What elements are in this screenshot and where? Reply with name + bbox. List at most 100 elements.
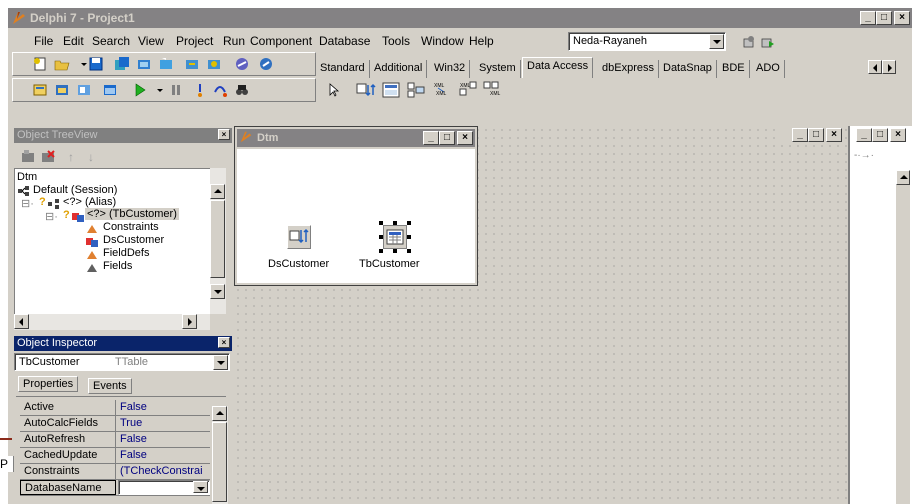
new-form-icon[interactable] — [102, 82, 118, 98]
menu-search[interactable]: Search — [92, 34, 130, 48]
view-unit-list-icon[interactable] — [32, 82, 48, 98]
property-row-active[interactable]: Active False — [20, 400, 210, 416]
property-row-autorefresh[interactable]: AutoRefresh False — [20, 432, 210, 448]
palette-tab-win32[interactable]: Win32 — [430, 60, 471, 78]
selection-handle[interactable] — [379, 235, 383, 239]
selection-handle[interactable] — [379, 221, 383, 225]
minimize-button[interactable]: _ — [792, 128, 808, 142]
debug-desktop-icon[interactable] — [760, 34, 776, 50]
add-to-project-icon[interactable] — [158, 56, 174, 72]
remove-from-project-icon[interactable] — [184, 56, 200, 72]
menu-help[interactable]: Help — [469, 34, 494, 48]
toggle-form-unit-icon[interactable] — [76, 82, 92, 98]
palette-tab-data-access[interactable]: Data Access — [522, 57, 594, 78]
tree-node-fielddefs[interactable]: FieldDefs — [103, 247, 149, 259]
close-icon[interactable]: × — [218, 337, 230, 348]
chevron-down-icon[interactable] — [709, 34, 724, 49]
menu-edit[interactable]: Edit — [63, 34, 84, 48]
maximize-button[interactable]: □ — [876, 11, 892, 25]
tree-expander[interactable]: ⊟· — [21, 197, 34, 210]
tree-node-tbcustomer[interactable]: <?> (TbCustomer) — [85, 208, 179, 220]
save-all-icon[interactable] — [114, 56, 130, 72]
property-row-constraints[interactable]: Constraints (TCheckConstrai — [20, 464, 210, 480]
datasource-component-icon[interactable] — [356, 82, 378, 98]
new-items-icon[interactable] — [32, 56, 48, 72]
close-button[interactable]: × — [457, 131, 473, 145]
save-desktop-icon[interactable] — [741, 34, 757, 50]
inspector-vertical-scrollbar[interactable] — [212, 406, 228, 504]
menu-window[interactable]: Window — [421, 34, 464, 48]
tree-node-fields[interactable]: Fields — [103, 260, 132, 272]
tab-properties[interactable]: Properties — [18, 376, 79, 392]
menu-tools[interactable]: Tools — [382, 34, 410, 48]
tree-node-alias[interactable]: <?> (Alias) — [63, 196, 116, 208]
object-selector-combo[interactable]: TbCustomer TTable — [14, 353, 230, 371]
selection-handle[interactable] — [407, 249, 411, 253]
scroll-left-button[interactable] — [14, 314, 29, 329]
palette-tab-system[interactable]: System — [475, 60, 521, 78]
view-unit-icon[interactable] — [206, 56, 222, 72]
databasename-combo[interactable] — [118, 480, 210, 495]
selection-handle[interactable] — [393, 221, 397, 225]
move-up-icon[interactable]: ↑ — [68, 150, 74, 164]
selection-handle[interactable] — [407, 221, 411, 225]
menu-file[interactable]: File — [34, 34, 53, 48]
desktop-layout-combo[interactable]: Neda-Rayaneh — [568, 32, 726, 51]
property-value[interactable]: True — [118, 416, 210, 431]
close-button[interactable]: × — [826, 128, 842, 142]
move-down-icon[interactable]: ↓ — [88, 150, 94, 164]
pointer-tool-icon[interactable] — [326, 82, 342, 98]
scroll-up-button[interactable] — [896, 170, 910, 185]
xmltransform-component-icon[interactable]: XML XML — [432, 80, 452, 96]
tab-events[interactable]: Events — [88, 378, 132, 394]
menu-view[interactable]: View — [138, 34, 164, 48]
property-row-cachedupdates[interactable]: CachedUpdate False — [20, 448, 210, 464]
tree-node-constraints[interactable]: Constraints — [103, 221, 159, 233]
palette-scroll-right-button[interactable] — [882, 60, 896, 74]
xmltransformprovider-component-icon[interactable]: XML — [458, 80, 478, 96]
tree-node-default-session[interactable]: Default (Session) — [33, 184, 117, 196]
property-value[interactable]: False — [118, 432, 210, 447]
minimize-button[interactable]: _ — [856, 128, 872, 142]
palette-tab-datasnap[interactable]: DataSnap — [659, 60, 717, 78]
clientdataset-component-icon[interactable] — [382, 82, 402, 98]
property-value[interactable]: False — [118, 448, 210, 463]
delete-item-icon[interactable] — [40, 148, 56, 164]
editor-vertical-scrollbar[interactable] — [896, 170, 910, 504]
scroll-down-button[interactable] — [210, 284, 225, 299]
close-button[interactable]: × — [890, 128, 906, 142]
property-value[interactable]: False — [118, 400, 210, 415]
tree-expander[interactable]: ⊟· — [45, 210, 58, 223]
scroll-up-button[interactable] — [210, 184, 225, 199]
scrollbar-thumb[interactable] — [210, 200, 225, 278]
property-value[interactable]: (TCheckConstrai — [118, 464, 210, 479]
tree-vertical-scrollbar[interactable] — [210, 168, 226, 314]
minimize-button[interactable]: _ — [423, 131, 439, 145]
maximize-button[interactable]: □ — [808, 128, 824, 142]
chevron-down-icon[interactable] — [193, 481, 208, 493]
scroll-up-button[interactable] — [212, 406, 227, 421]
menu-project[interactable]: Project — [176, 34, 213, 48]
menu-component[interactable]: Component — [250, 34, 312, 48]
pause-icon[interactable] — [168, 82, 184, 98]
help-contents-icon[interactable] — [234, 56, 250, 72]
open-icon[interactable] — [54, 56, 70, 72]
menu-database[interactable]: Database — [319, 34, 370, 48]
minimize-button[interactable]: _ — [860, 11, 876, 25]
selection-handle[interactable] — [379, 249, 383, 253]
dscustomer-component[interactable] — [287, 225, 311, 249]
trace-into-icon[interactable] — [192, 82, 208, 98]
property-row-autocalcfields[interactable]: AutoCalcFields True — [20, 416, 210, 432]
back-forward-icon[interactable]: -·→· — [854, 150, 874, 161]
open-project-icon[interactable] — [136, 56, 152, 72]
palette-tab-standard[interactable]: Standard — [316, 60, 370, 78]
scroll-right-button[interactable] — [182, 314, 197, 329]
new-item-icon[interactable] — [20, 148, 36, 164]
maximize-button[interactable]: □ — [872, 128, 888, 142]
find-icon[interactable] — [234, 82, 250, 98]
xmltransformclient-component-icon[interactable]: XML — [482, 80, 502, 96]
palette-scroll-left-button[interactable] — [868, 60, 882, 74]
palette-tab-additional[interactable]: Additional — [370, 60, 428, 78]
run-dropdown-icon[interactable] — [152, 82, 168, 98]
menu-run[interactable]: Run — [223, 34, 245, 48]
